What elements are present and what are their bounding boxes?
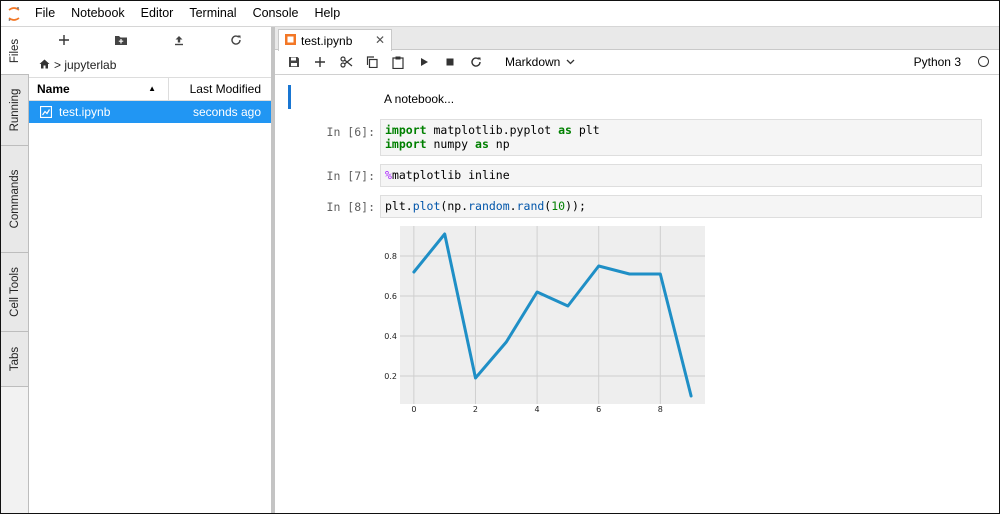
code-cell[interactable]: In [6]: import matplotlib.pyplot as plt … <box>275 119 999 157</box>
kernel-name[interactable]: Python 3 <box>914 50 961 74</box>
input-prompt: In [7]: <box>326 169 375 183</box>
code-cell[interactable]: In [8]: plt.plot(np.random.rand(10)); <box>275 195 999 219</box>
input-prompt: In [6]: <box>326 125 375 139</box>
tab-running[interactable]: Running <box>1 75 28 146</box>
tab-cell-tools[interactable]: Cell Tools <box>1 253 28 332</box>
markdown-cell[interactable]: A notebook... <box>275 75 999 115</box>
plus-icon <box>58 35 69 45</box>
copy-button[interactable] <box>359 51 385 73</box>
x-tick-label: 8 <box>658 405 663 412</box>
plus-icon <box>315 57 325 67</box>
x-tick-label: 6 <box>596 405 601 412</box>
file-list-item[interactable]: test.ipynb seconds ago <box>29 101 271 123</box>
copy-icon <box>366 56 378 68</box>
upload-icon <box>174 36 183 46</box>
file-browser-toolbar <box>29 27 271 53</box>
upload-button[interactable] <box>168 29 190 51</box>
new-folder-icon <box>115 36 128 45</box>
file-browser: > jupyterlab Name ▲ Last Modified test.i… <box>29 27 271 513</box>
restart-kernel-button[interactable] <box>463 51 489 73</box>
cell-type-dropdown[interactable]: Markdown <box>505 55 575 69</box>
cut-button[interactable] <box>333 51 359 73</box>
tab-test-notebook[interactable]: test.ipynb ✕ <box>278 29 392 51</box>
menu-console[interactable]: Console <box>245 1 307 26</box>
save-icon <box>289 57 299 67</box>
home-icon[interactable] <box>39 58 50 72</box>
column-name[interactable]: Name ▲ <box>29 78 169 100</box>
paste-icon <box>392 56 404 69</box>
breadcrumb-separator: > <box>54 58 65 72</box>
save-button[interactable] <box>281 51 307 73</box>
menubar: File Notebook Editor Terminal Console He… <box>1 1 999 27</box>
x-tick-label: 0 <box>411 405 416 412</box>
new-folder-button[interactable] <box>110 29 132 51</box>
close-icon[interactable]: ✕ <box>375 33 385 47</box>
tab-cell-tools-label: Cell Tools <box>8 267 21 317</box>
y-tick-label: 0.6 <box>384 292 397 301</box>
refresh-icon <box>471 57 481 67</box>
tab-tabs[interactable]: Tabs <box>1 332 28 387</box>
code-editor[interactable]: %matplotlib inline <box>380 164 982 187</box>
refresh-icon <box>231 35 241 45</box>
breadcrumb-folder[interactable]: jupyterlab <box>64 58 116 72</box>
x-tick-label: 2 <box>473 405 478 412</box>
stop-icon <box>446 58 454 66</box>
refresh-button[interactable] <box>225 29 247 51</box>
column-last-modified[interactable]: Last Modified <box>169 82 271 96</box>
y-tick-label: 0.2 <box>384 372 397 381</box>
document-tabbar: test.ipynb ✕ <box>275 27 999 51</box>
tab-files-label: Files <box>9 38 21 63</box>
menu-help[interactable]: Help <box>306 1 348 26</box>
run-button[interactable] <box>411 51 437 73</box>
input-prompt: In [8]: <box>326 200 375 214</box>
column-name-label: Name <box>37 82 70 96</box>
sort-ascending-icon: ▲ <box>148 84 156 93</box>
tab-running-label: Running <box>8 88 21 132</box>
plot-area <box>400 226 705 404</box>
kernel-status-icon <box>978 56 989 67</box>
chevron-down-icon <box>566 59 575 65</box>
code-cell[interactable]: In [7]: %matplotlib inline <box>275 164 999 188</box>
scissors-icon <box>339 56 352 68</box>
x-tick-label: 4 <box>535 405 540 412</box>
active-cell-indicator <box>288 85 291 109</box>
output-line-chart: 0 2 4 6 8 0.2 0.4 0.6 0.8 <box>384 226 705 412</box>
menu-notebook[interactable]: Notebook <box>63 1 133 26</box>
tab-commands[interactable]: Commands <box>1 146 28 253</box>
code-editor[interactable]: plt.plot(np.random.rand(10)); <box>380 195 982 218</box>
tab-commands-label: Commands <box>8 169 21 229</box>
tab-tabs-label: Tabs <box>8 346 21 372</box>
play-icon <box>421 58 428 66</box>
notebook-icon <box>285 33 296 48</box>
left-sidebar-tabs: Files Running Commands Cell Tools Tabs <box>1 27 30 513</box>
interrupt-button[interactable] <box>437 51 463 73</box>
notebook-toolbar: Markdown Python 3 <box>275 50 999 75</box>
file-list-header: Name ▲ Last Modified <box>29 77 271 101</box>
jupyterlab-window: File Notebook Editor Terminal Console He… <box>0 0 1000 514</box>
tab-title: test.ipynb <box>301 33 353 48</box>
new-launcher-button[interactable] <box>53 29 75 51</box>
file-modified: seconds ago <box>192 105 261 119</box>
paste-button[interactable] <box>385 51 411 73</box>
jupyter-logo-icon <box>1 1 27 26</box>
notebook-file-icon <box>40 106 52 118</box>
y-tick-label: 0.4 <box>384 332 397 341</box>
menu-editor[interactable]: Editor <box>133 1 182 26</box>
menu-file[interactable]: File <box>27 1 63 26</box>
insert-cell-button[interactable] <box>307 51 333 73</box>
menu-terminal[interactable]: Terminal <box>181 1 244 26</box>
breadcrumb: > jupyterlab <box>29 53 271 77</box>
y-tick-label: 0.8 <box>384 252 397 261</box>
cell-type-value: Markdown <box>505 55 561 69</box>
tab-files[interactable]: Files <box>1 27 30 75</box>
file-name: test.ipynb <box>59 105 111 119</box>
code-editor[interactable]: import matplotlib.pyplot as plt import n… <box>380 119 982 156</box>
markdown-text: A notebook... <box>384 92 455 106</box>
